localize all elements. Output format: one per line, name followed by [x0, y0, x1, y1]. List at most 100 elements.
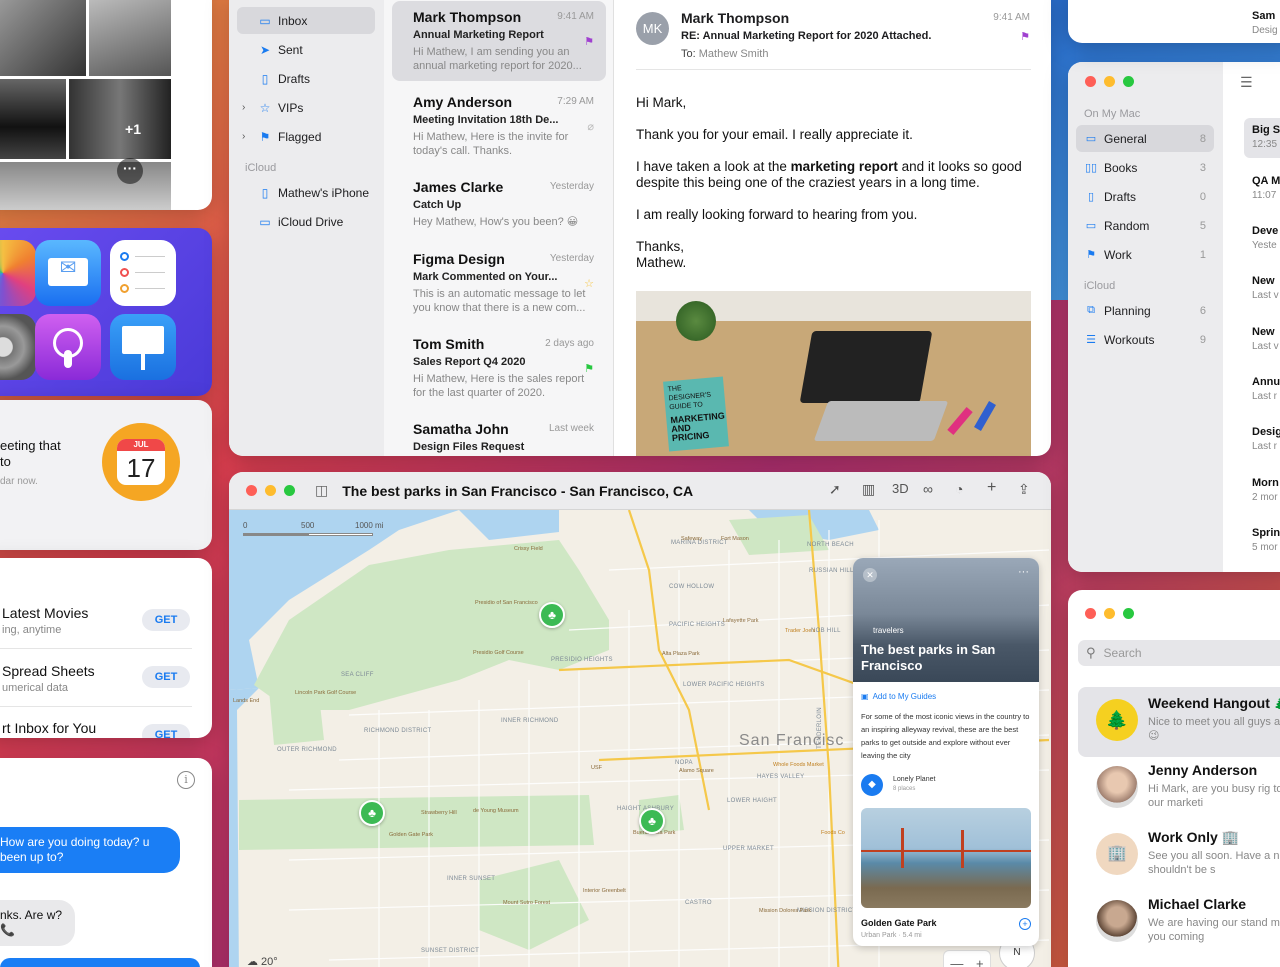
add-label: Add to My Guides — [872, 692, 937, 701]
keynote-app-icon[interactable] — [110, 314, 176, 380]
mailbox-inbox[interactable]: ▭ Inbox — [237, 7, 375, 34]
note-row[interactable]: New Last v — [1252, 326, 1279, 352]
close-icon[interactable]: ✕ — [863, 568, 877, 582]
close-button[interactable] — [1085, 76, 1096, 87]
note-row[interactable]: Deve Yeste — [1252, 225, 1278, 251]
conversation-row[interactable]: 🌲 Weekend Hangout 🌲 Nice to meet you all… — [1078, 687, 1280, 757]
note-row[interactable]: Sam Desig — [1252, 10, 1278, 36]
folder-workouts[interactable]: ☰ Workouts 9 — [1076, 326, 1214, 353]
map-canvas[interactable]: 0 500 1000 mi MARINA DISTRICT COW HOLLOW… — [229, 510, 1051, 967]
outgoing-message[interactable]: How are you doing today? u been up to? — [0, 827, 180, 873]
park-pin-icon[interactable]: ♣ — [539, 602, 565, 628]
look-around-icon[interactable]: ◔ — [955, 481, 963, 497]
photo-thumbnail[interactable] — [89, 0, 171, 76]
message-row[interactable]: Mark Thompson 9:41 AM Annual Marketing R… — [392, 1, 606, 81]
map-icon[interactable]: ▥ — [862, 481, 875, 498]
folder-work[interactable]: ⚑ Work 1 — [1076, 241, 1214, 268]
photo-thumbnail[interactable]: ··· — [0, 158, 171, 210]
get-button[interactable]: GET — [142, 609, 190, 631]
add-place-icon[interactable]: + — [1019, 918, 1031, 930]
place-name[interactable]: Golden Gate Park — [861, 918, 937, 928]
close-button[interactable] — [246, 485, 257, 496]
3d-button[interactable]: 3D — [892, 481, 909, 496]
flag-icon[interactable]: ⚑ — [1020, 30, 1030, 43]
folder-drafts[interactable]: ▯ Drafts 0 — [1076, 183, 1214, 210]
settings-app-icon[interactable] — [0, 314, 36, 380]
folder-label: Work — [1104, 247, 1132, 262]
chevron-right-icon[interactable]: › — [242, 131, 245, 142]
folder-label: Planning — [1104, 303, 1151, 318]
zoom-in-button[interactable]: + — [976, 956, 984, 967]
folder-books[interactable]: ▯▯ Books 3 — [1076, 154, 1214, 181]
mail-app-icon[interactable]: ✉ — [35, 240, 101, 306]
photo-thumbnail[interactable] — [0, 0, 86, 76]
reader-to[interactable]: Mathew Smith — [699, 48, 769, 60]
ellipsis-icon[interactable]: ··· — [1018, 566, 1029, 578]
folder-planning[interactable]: ⧉ Planning 6 — [1076, 297, 1214, 324]
conversation-row[interactable]: 🏢 Work Only 🏢 See you all soon. Have a n… — [1078, 821, 1280, 891]
folder-general[interactable]: ▭ General 8 — [1076, 125, 1214, 152]
chevron-right-icon[interactable]: › — [242, 102, 245, 113]
note-row[interactable]: New Last v — [1252, 275, 1279, 301]
list-view-icon[interactable]: ☰ — [1240, 74, 1253, 91]
minimize-button[interactable] — [265, 485, 276, 496]
get-button[interactable]: GET — [142, 724, 190, 738]
note-row[interactable]: Desig Last r — [1252, 426, 1280, 452]
conversation-row[interactable]: Michael Clarke We are having our stand m… — [1078, 888, 1280, 958]
add-icon[interactable]: + — [987, 479, 996, 497]
park-pin-icon[interactable]: ♣ — [639, 808, 665, 834]
share-icon[interactable]: ⇪ — [1018, 481, 1030, 498]
incoming-message[interactable]: nks. Are w? 📞 — [0, 900, 75, 946]
mailbox-sent[interactable]: ➤ Sent — [237, 36, 375, 63]
zoom-button[interactable] — [284, 485, 295, 496]
note-row[interactable]: Big S 12:35 — [1252, 124, 1280, 150]
map-label-neighborhood: NOPA — [675, 760, 693, 766]
message-row[interactable]: James Clarke Yesterday Catch Up Hey Math… — [392, 171, 606, 241]
message-subject: Catch Up — [413, 199, 462, 211]
folder-random[interactable]: ▭ Random 5 — [1076, 212, 1214, 239]
mailbox-vips[interactable]: › ☆ VIPs — [237, 94, 375, 121]
minimize-button[interactable] — [1104, 76, 1115, 87]
mailbox-iphone[interactable]: ▯ Mathew's iPhone — [237, 179, 375, 206]
sidebar-toggle-icon[interactable]: ◫ — [315, 482, 328, 499]
close-button[interactable] — [1085, 608, 1096, 619]
message-row[interactable]: Samatha John Last week Design Files Requ… — [392, 413, 606, 456]
note-meta: Desig — [1252, 25, 1278, 36]
photos-app-icon[interactable] — [0, 240, 36, 306]
binoculars-icon[interactable]: ∞ — [923, 481, 933, 497]
place-image[interactable] — [861, 808, 1031, 908]
note-row[interactable]: Sprin 5 mor — [1252, 527, 1280, 553]
guide-author[interactable]: Lonely Planet — [893, 776, 935, 783]
note-row[interactable]: Morn 2 mor — [1252, 477, 1279, 503]
outgoing-message[interactable] — [0, 958, 200, 967]
guide-description: For some of the most iconic views in the… — [861, 712, 1030, 760]
info-icon[interactable]: i — [177, 771, 195, 789]
get-button[interactable]: GET — [142, 666, 190, 688]
location-arrow-icon[interactable]: ➚ — [829, 481, 841, 498]
photo-thumbnail[interactable]: +1 — [69, 79, 171, 159]
message-row[interactable]: Amy Anderson 7:29 AM Meeting Invitation … — [392, 86, 606, 166]
podcasts-app-icon[interactable] — [35, 314, 101, 380]
message-row[interactable]: Tom Smith 2 days ago Sales Report Q4 202… — [392, 328, 606, 408]
note-row[interactable]: Annu Last r — [1252, 376, 1280, 402]
map-label-place: de Young Museum — [473, 808, 519, 814]
reminders-app-icon[interactable] — [110, 240, 176, 306]
search-input[interactable]: ⚲ Search — [1078, 640, 1280, 666]
mailbox-drafts[interactable]: ▯ Drafts — [237, 65, 375, 92]
calendar-icon[interactable]: JUL 17 — [102, 423, 180, 501]
attachment-image[interactable]: THE DESIGNER'S GUIDE TO MARKETING AND PR… — [636, 291, 1031, 456]
add-to-guides-button[interactable]: ▣ Add to My Guides — [861, 692, 936, 701]
zoom-out-button[interactable]: — — [950, 956, 963, 967]
message-row[interactable]: Figma Design Yesterday Mark Commented on… — [392, 243, 606, 323]
mailbox-icloud-drive[interactable]: ▭ iCloud Drive — [237, 208, 375, 235]
note-row[interactable]: QA M 11:07 — [1252, 175, 1280, 201]
author-avatar: ◆ — [861, 774, 883, 796]
park-pin-icon[interactable]: ♣ — [359, 800, 385, 826]
ellipsis-icon[interactable]: ··· — [117, 158, 143, 184]
zoom-button[interactable] — [1123, 608, 1134, 619]
photo-thumbnail[interactable] — [0, 79, 66, 159]
mailbox-flagged[interactable]: › ⚑ Flagged — [237, 123, 375, 150]
conversation-row[interactable]: Jenny Anderson Hi Mark, are you busy rig… — [1078, 754, 1280, 824]
minimize-button[interactable] — [1104, 608, 1115, 619]
zoom-button[interactable] — [1123, 76, 1134, 87]
